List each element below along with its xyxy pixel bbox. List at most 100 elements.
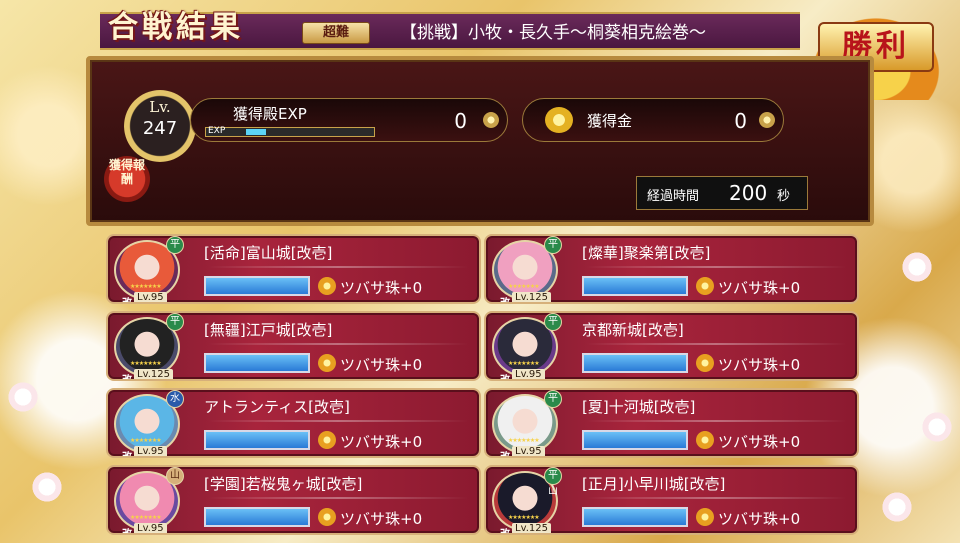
castle-hp-fill — [584, 509, 686, 525]
castle-hp-bar — [582, 276, 688, 296]
castle-level: Lv.95 — [512, 369, 545, 379]
upgrade-mark: 改 — [500, 529, 510, 535]
cherry-blossom-icon — [920, 410, 954, 444]
tsubasa-orb-count: ツバサ珠+0 — [718, 279, 801, 297]
tsubasa-orb-count: ツバサ珠+0 — [340, 433, 423, 451]
card-decoration — [208, 343, 468, 345]
castle-level: Lv.95 — [134, 523, 167, 533]
cherry-blossom-icon — [900, 250, 934, 284]
castle-level: Lv.125 — [134, 369, 173, 379]
gold-label: 獲得金 — [587, 112, 633, 130]
reward-seal: 獲得報酬 — [104, 156, 150, 202]
castle-card[interactable]: 山 ★★★★★★★ 改 Lv.95 [学園]若桜鬼ヶ城[改壱] ツバサ珠+0 — [106, 465, 481, 535]
castle-level: Lv.95 — [134, 292, 167, 302]
cherry-blossom-icon — [880, 490, 914, 524]
card-decoration — [208, 497, 468, 499]
castle-hp-bar — [582, 353, 688, 373]
cherry-blossom-icon — [6, 380, 40, 414]
castle-card[interactable]: 平山 ★★★★★★★ 改 Lv.125 [正月]小早川城[改壱] ツバサ珠+0 — [484, 465, 859, 535]
card-decoration — [586, 266, 846, 268]
rarity-stars: ★★★★★★★ — [508, 283, 540, 290]
castle-hp-bar — [204, 276, 310, 296]
tsubasa-orb-count: ツバサ珠+0 — [340, 510, 423, 528]
castle-type-badge: 平山 — [544, 467, 562, 497]
castle-hp-fill — [206, 355, 308, 371]
level-prefix: Lv. — [149, 98, 171, 116]
lord-level: 247 — [142, 118, 178, 139]
castle-hp-bar — [204, 430, 310, 450]
castle-card[interactable]: 平 ★★★★★★★ 改 Lv.125 [燦華]聚楽第[改壱] ツバサ珠+0 — [484, 234, 859, 304]
tsubasa-orb-icon — [696, 431, 714, 449]
castle-type-badge: 平 — [544, 313, 562, 331]
castle-hp-bar — [204, 507, 310, 527]
castle-level: Lv.125 — [512, 292, 551, 302]
exp-bar-label: EXP — [208, 126, 226, 136]
card-decoration — [586, 343, 846, 345]
upgrade-mark: 改 — [122, 375, 132, 381]
castle-type-badge: 水 — [166, 390, 184, 408]
castle-hp-fill — [206, 432, 308, 448]
castle-name: アトランティス[改壱] — [204, 398, 350, 416]
castle-hp-fill — [206, 509, 308, 525]
castle-name: [無疆]江戸城[改壱] — [204, 321, 333, 339]
elapsed-value: 200 — [729, 181, 768, 205]
tsubasa-orb-count: ツバサ珠+0 — [718, 433, 801, 451]
tsubasa-orb-icon — [696, 508, 714, 526]
gold-coin-icon — [545, 107, 573, 133]
tsubasa-orb-count: ツバサ珠+0 — [718, 356, 801, 374]
castle-hp-bar — [582, 430, 688, 450]
elapsed-time-box: 経過時間 200 秒 — [636, 176, 808, 210]
gold-reward-box: 獲得金 0 — [522, 98, 784, 142]
tsubasa-orb-icon — [318, 508, 336, 526]
rarity-stars: ★★★★★★★ — [130, 514, 162, 521]
rarity-stars: ★★★★★★★ — [130, 437, 162, 444]
castle-level: Lv.125 — [512, 523, 551, 533]
castle-card[interactable]: 平 ★★★★★★★ 改 Lv.95 [夏]十河城[改壱] ツバサ珠+0 — [484, 388, 859, 458]
castle-hp-bar — [204, 353, 310, 373]
castle-type-badge: 山 — [166, 467, 184, 485]
elapsed-unit: 秒 — [777, 189, 791, 204]
exp-progress-bar: EXP — [205, 126, 375, 137]
castle-name: [学園]若桜鬼ヶ城[改壱] — [204, 475, 363, 493]
upgrade-mark: 改 — [122, 452, 132, 458]
castle-card[interactable]: 平 ★★★★★★★ 改 Lv.95 [活命]富山城[改壱] ツバサ珠+0 — [106, 234, 481, 304]
tsubasa-orb-icon — [318, 277, 336, 295]
castle-name: [燦華]聚楽第[改壱] — [582, 244, 711, 262]
castle-card[interactable]: 平 ★★★★★★★ 改 Lv.125 [無疆]江戸城[改壱] ツバサ珠+0 — [106, 311, 481, 381]
castle-type-badge: 平 — [166, 313, 184, 331]
tsubasa-orb-icon — [318, 354, 336, 372]
castle-hp-bar — [582, 507, 688, 527]
castle-name: [正月]小早川城[改壱] — [582, 475, 726, 493]
elapsed-label: 経過時間 — [647, 189, 700, 204]
upgrade-mark: 改 — [500, 375, 510, 381]
castle-level: Lv.95 — [512, 446, 545, 456]
rarity-stars: ★★★★★★★ — [130, 283, 162, 290]
castle-name: [活命]富山城[改壱] — [204, 244, 333, 262]
castle-level: Lv.95 — [134, 446, 167, 456]
battle-result-logo: 合戦結果 — [108, 10, 244, 45]
castle-hp-fill — [584, 355, 686, 371]
castle-type-badge: 平 — [166, 236, 184, 254]
castle-card[interactable]: 平 ★★★★★★★ 改 Lv.95 京都新城[改壱] ツバサ珠+0 — [484, 311, 859, 381]
castle-name: 京都新城[改壱] — [582, 321, 684, 339]
exp-reward-box: 獲得殿EXP 0 EXP — [190, 98, 508, 142]
castle-hp-fill — [206, 278, 308, 294]
castle-hp-fill — [584, 432, 686, 448]
rarity-stars: ★★★★★★★ — [130, 360, 162, 367]
difficulty-badge: 超難 — [302, 22, 370, 44]
tsubasa-orb-count: ツバサ珠+0 — [340, 356, 423, 374]
tsubasa-orb-count: ツバサ珠+0 — [340, 279, 423, 297]
castle-card[interactable]: 水 ★★★★★★★ 改 Lv.95 アトランティス[改壱] ツバサ珠+0 — [106, 388, 481, 458]
card-decoration — [586, 497, 846, 499]
ornament-icon — [483, 112, 499, 128]
upgrade-mark: 改 — [500, 452, 510, 458]
card-decoration — [586, 420, 846, 422]
tsubasa-orb-icon — [696, 277, 714, 295]
card-decoration — [208, 420, 468, 422]
castle-name: [夏]十河城[改壱] — [582, 398, 696, 416]
upgrade-mark: 改 — [500, 298, 510, 304]
card-decoration — [208, 266, 468, 268]
exp-value: 0 — [454, 109, 467, 133]
gold-value: 0 — [734, 109, 747, 133]
castle-hp-fill — [584, 278, 686, 294]
